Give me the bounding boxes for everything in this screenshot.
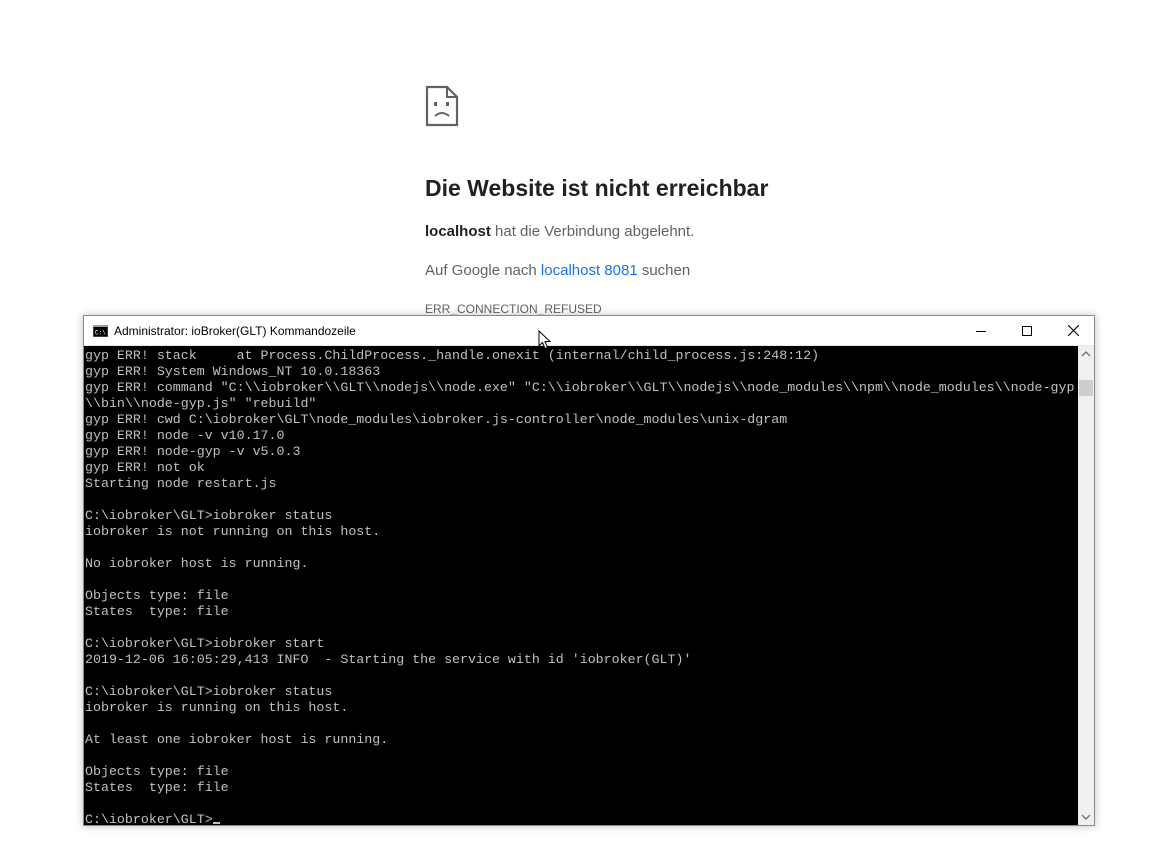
console-output: gyp ERR! stack at Process.ChildProcess._… — [84, 346, 1078, 825]
google-search-suggestion: Auf Google nach localhost 8081 suchen — [425, 262, 690, 279]
maximize-button[interactable] — [1004, 316, 1050, 345]
sad-document-icon — [425, 85, 459, 127]
console-output-area[interactable]: gyp ERR! stack at Process.ChildProcess._… — [84, 346, 1078, 825]
error-host: localhost — [425, 223, 491, 240]
scroll-down-arrow-icon[interactable] — [1078, 808, 1094, 825]
error-message: localhost hat die Verbindung abgelehnt. — [425, 223, 694, 240]
window-title: Administrator: ioBroker(GLT) Kommandozei… — [114, 324, 356, 338]
scrollbar-thumb[interactable] — [1079, 380, 1093, 396]
console-window[interactable]: C:\ Administrator: ioBroker(GLT) Kommand… — [83, 315, 1095, 826]
minimize-button[interactable] — [958, 316, 1004, 345]
vertical-scrollbar[interactable] — [1078, 346, 1094, 825]
maximize-icon — [1022, 325, 1032, 336]
search-suffix: suchen — [637, 262, 691, 279]
text-cursor — [212, 822, 220, 824]
error-code: ERR_CONNECTION_REFUSED — [425, 302, 602, 316]
close-button[interactable] — [1050, 316, 1096, 345]
google-search-link[interactable]: localhost 8081 — [541, 262, 638, 279]
close-icon — [1067, 325, 1079, 336]
console-prompt: C:\iobroker\GLT> — [85, 812, 213, 825]
scroll-up-arrow-icon[interactable] — [1078, 346, 1094, 363]
console-log: gyp ERR! stack at Process.ChildProcess._… — [85, 348, 1075, 795]
mouse-pointer-icon — [538, 330, 552, 350]
error-refused-text: hat die Verbindung abgelehnt. — [490, 223, 695, 240]
console-titlebar[interactable]: C:\ Administrator: ioBroker(GLT) Kommand… — [84, 316, 1094, 346]
minimize-icon — [976, 330, 986, 332]
svg-text:C:\: C:\ — [95, 330, 106, 337]
error-title: Die Website ist nicht erreichbar — [425, 175, 769, 201]
search-prefix: Auf Google nach — [425, 262, 541, 279]
cmd-icon: C:\ — [93, 325, 108, 337]
